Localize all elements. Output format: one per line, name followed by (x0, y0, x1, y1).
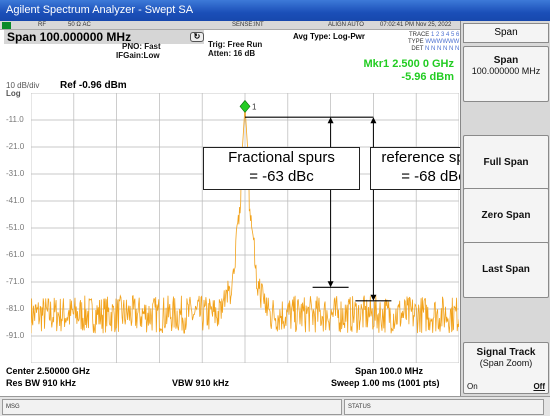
softkey-menu-title: Span (463, 23, 549, 43)
y-tick-label: -61.0 (6, 250, 25, 259)
res-bw: Res BW 910 kHz (6, 378, 77, 388)
ifgain-setting: IFGain:Low (116, 51, 160, 60)
avg-type: Avg Type: Log-Pwr (293, 32, 365, 41)
atten-setting: Atten: 16 dB (208, 49, 256, 58)
spectrum-plot[interactable]: 1 (31, 93, 459, 363)
settings-footer: Center 2.50000 GHz Res BW 910 kHz VBW 91… (4, 366, 460, 394)
y-tick-label: -71.0 (6, 277, 25, 286)
marker-frequency: Mkr1 2.500 0 GHz (363, 58, 455, 70)
y-tick-label: -11.0 (6, 115, 24, 124)
sense-indicator: SENSE:INT (232, 22, 264, 28)
scale-log: Log (6, 89, 21, 98)
trig-setting: Trig: Free Run (208, 40, 263, 49)
status-field: STATUS (344, 399, 544, 415)
full-span-softkey[interactable]: Full Span (463, 135, 549, 191)
pno-setting: PNO: Fast (122, 42, 161, 51)
window-title-bar: Agilent Spectrum Analyzer - Swept SA (0, 0, 550, 21)
sweep-time: Sweep 1.00 ms (1001 pts) (331, 378, 440, 388)
clock: 07:02:41 PM Nov 25, 2022 (380, 22, 452, 28)
y-tick-label: -41.0 (6, 196, 25, 205)
knob-arrow-icon[interactable]: ↻ (190, 32, 204, 42)
spectrum-svg: 1 (31, 93, 459, 363)
fractional-arrow-head-down-icon (327, 281, 334, 288)
span-footer: Span 100.0 MHz (355, 366, 424, 376)
span-softkey[interactable]: Span 100.000000 MHz (463, 46, 549, 102)
y-tick-label: -81.0 (6, 304, 25, 313)
rf-indicator: RF (38, 22, 46, 28)
trace-info: TRACE 1 2 3 4 5 6 TYPE WWWWWW DET N N N … (408, 32, 460, 52)
window-title: Agilent Spectrum Analyzer - Swept SA (6, 4, 194, 16)
center-freq: Center 2.50000 GHz (6, 366, 91, 376)
marker-readout: Mkr1 2.500 0 GHz -5.96 dBm (364, 58, 455, 84)
marker-amplitude: -5.96 dBm (401, 71, 454, 83)
span-readout: Span 100.000000 MHz (7, 30, 132, 44)
signal-track-softkey[interactable]: Signal Track (Span Zoom) On Off (463, 342, 549, 394)
y-tick-label: -31.0 (6, 169, 25, 178)
msg-field: MSG (2, 399, 342, 415)
align-indicator: ALIGN AUTO (328, 22, 364, 28)
impedance-indicator: 50 Ω AC (68, 22, 91, 28)
y-tick-label: -21.0 (6, 142, 25, 151)
on-option: On (467, 382, 478, 391)
y-tick-label: -91.0 (6, 331, 25, 340)
status-strip: RF 50 Ω AC SENSE:INT ALIGN AUTO 07:02:41… (0, 21, 460, 30)
marker-number: 1 (252, 102, 257, 111)
marker-diamond-icon (239, 99, 251, 113)
vbw: VBW 910 kHz (172, 378, 230, 388)
y-tick-label: -51.0 (6, 223, 25, 232)
zero-span-softkey[interactable]: Zero Span (463, 188, 549, 244)
ref-level: Ref -0.96 dBm (60, 80, 127, 91)
off-option: Off (533, 382, 545, 391)
bottom-status-bar: MSG STATUS (0, 396, 550, 416)
last-span-softkey[interactable]: Last Span (463, 242, 549, 298)
instrument-logo-icon (2, 22, 11, 29)
softkey-panel: Span Span 100.000000 MHz Full Span Zero … (460, 21, 550, 396)
active-function-span[interactable]: Span 100.000000 MHz ↻ (4, 30, 204, 44)
fractional-spur-annotation: Fractional spurs = -63 dBc (203, 147, 360, 190)
